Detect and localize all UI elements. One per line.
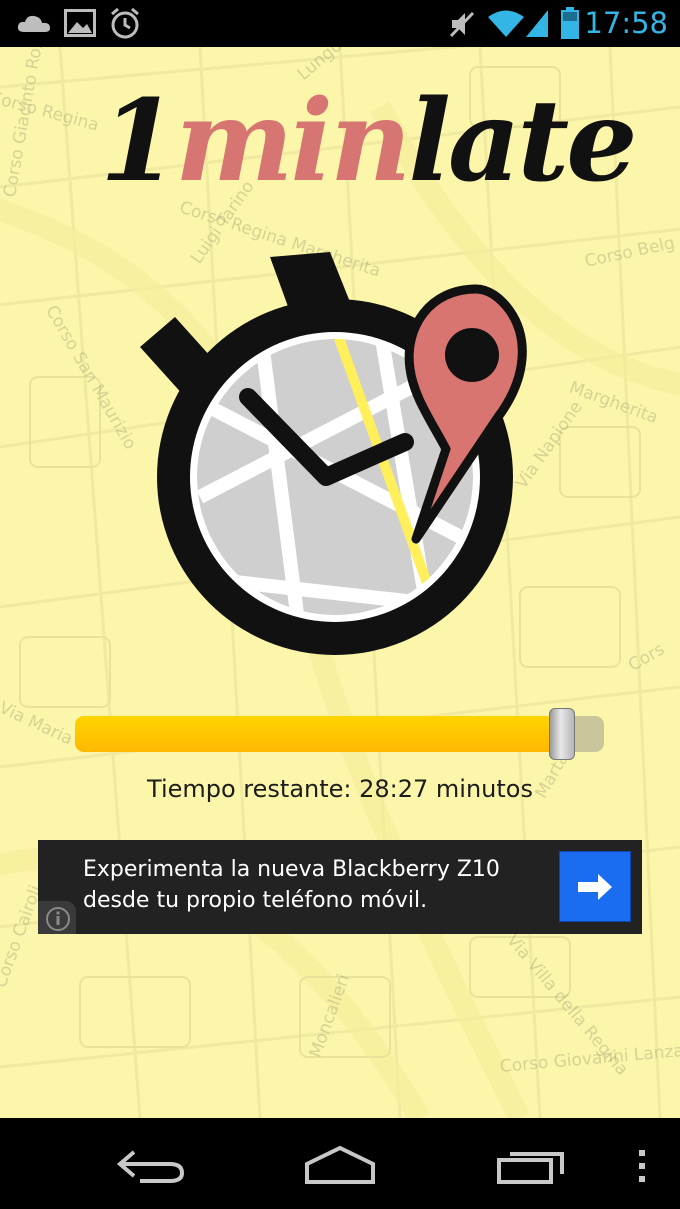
navigation-bar: [0, 1118, 680, 1209]
mute-icon: [449, 11, 475, 38]
ad-arrow-button[interactable]: [559, 851, 631, 922]
slider-thumb[interactable]: [549, 708, 575, 760]
logo-part-3: late: [408, 76, 637, 207]
status-bar: 17:58: [0, 0, 680, 47]
slider-fill: [75, 716, 562, 752]
back-icon[interactable]: [112, 1146, 188, 1186]
app-screen: Corso Regina Corso Regina Margherita Cor…: [0, 47, 680, 1118]
cloud-icon: [17, 15, 50, 32]
alarm-icon: [111, 7, 139, 39]
recent-apps-icon[interactable]: [496, 1146, 566, 1186]
signal-icon: [526, 10, 548, 37]
time-remaining-text: Tiempo restante: 28:27 minutos: [147, 775, 533, 803]
logo-part-1: 1: [100, 76, 178, 207]
ad-info-button[interactable]: [38, 901, 76, 934]
ad-banner[interactable]: Experimenta la nueva Blackberry Z10 desd…: [38, 840, 642, 934]
status-clock: 17:58: [584, 6, 668, 40]
arrow-right-icon: [578, 874, 612, 900]
wifi-icon: [488, 10, 524, 37]
ad-text[interactable]: Experimenta la nueva Blackberry Z10 desd…: [83, 854, 553, 916]
ad-line-2: desde tu propio teléfono móvil.: [83, 888, 428, 913]
stopwatch-map-pin-icon: [140, 252, 527, 655]
battery-icon: [561, 7, 579, 39]
app-logo: 1minlate: [100, 67, 638, 217]
overflow-menu-icon[interactable]: [634, 1148, 650, 1184]
home-icon[interactable]: [302, 1144, 378, 1186]
info-icon: [46, 907, 70, 931]
time-slider[interactable]: [75, 708, 604, 760]
image-icon: [64, 9, 96, 37]
logo-part-2: min: [174, 76, 411, 207]
ad-line-1: Experimenta la nueva Blackberry Z10: [83, 857, 500, 882]
